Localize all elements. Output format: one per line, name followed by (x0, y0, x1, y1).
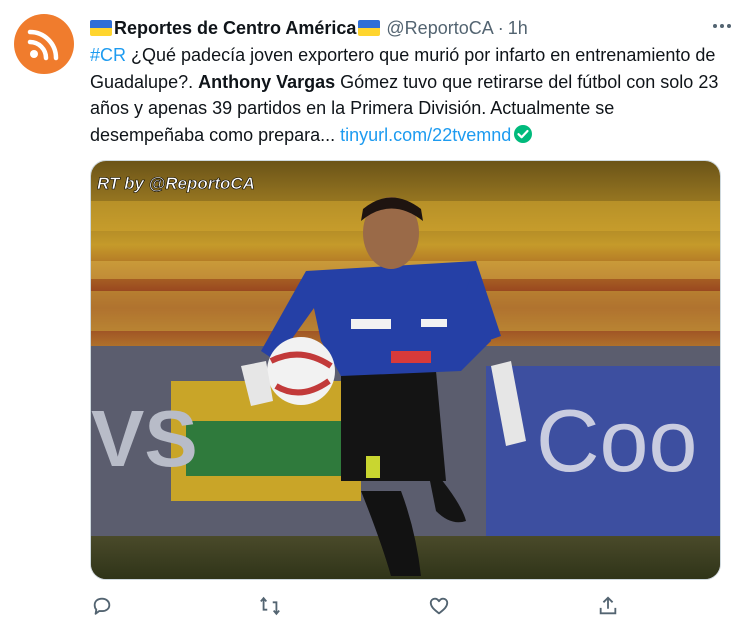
separator-dot: · (497, 17, 504, 38)
tweet-url-link[interactable]: tinyurl.com/22tvemnd (340, 125, 511, 145)
goalkeeper-photo: VS Coo RT by @ReportoCA (91, 161, 720, 579)
svg-text:Coo: Coo (536, 391, 697, 490)
verified-check-icon (514, 124, 533, 143)
photo-watermark: RT by @ReportoCA (97, 174, 255, 193)
account-name[interactable]: Reportes de Centro América (114, 18, 356, 39)
svg-text:VS: VS (91, 394, 198, 483)
reply-button[interactable] (90, 594, 114, 618)
tweet-bold-name: Anthony Vargas (198, 71, 336, 92)
like-button[interactable] (427, 594, 451, 618)
more-options-icon[interactable] (710, 16, 734, 36)
tweet-actions (90, 594, 630, 620)
tweet-timestamp[interactable]: 1h (508, 18, 528, 39)
like-icon (429, 597, 449, 615)
tweet-header: Reportes de Centro América @ReportoCA · … (90, 16, 732, 40)
avatar[interactable] (14, 14, 74, 74)
ukraine-flag-icon (90, 20, 112, 36)
retweet-icon (260, 596, 280, 616)
share-icon (599, 596, 617, 615)
retweet-button[interactable] (258, 594, 282, 618)
hashtag-link[interactable]: #CR (90, 45, 126, 65)
ukraine-flag-icon (358, 20, 381, 36)
tweet-text: #CR ¿Qué padecía joven exportero que mur… (90, 42, 730, 148)
account-handle[interactable]: @ReportoCA (386, 18, 493, 39)
reply-icon (93, 597, 111, 615)
share-button[interactable] (596, 594, 620, 618)
rss-icon (27, 29, 59, 61)
tweet-media-photo[interactable]: VS Coo RT by @ReportoCA (90, 160, 721, 580)
tweet[interactable]: Reportes de Centro América @ReportoCA · … (0, 0, 748, 620)
